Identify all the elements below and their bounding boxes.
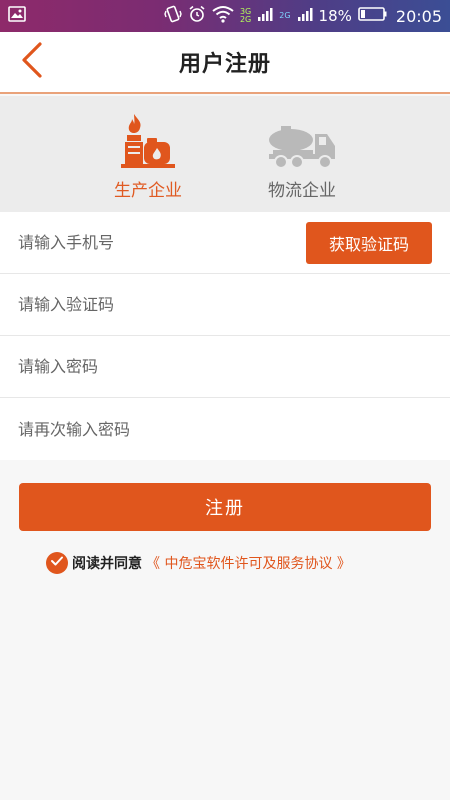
phone-input[interactable] <box>18 233 306 252</box>
verification-code-input[interactable] <box>18 295 432 314</box>
battery-icon <box>358 6 388 26</box>
agree-checkbox[interactable] <box>46 552 68 574</box>
agreement: 阅读并同意 《 中危宝软件许可及服务协议 》 <box>46 551 351 575</box>
type-label-production: 生产企业 <box>114 181 182 201</box>
registration-form: 获取验证码 <box>0 212 450 460</box>
status-right: 3G 2G 2G 18% 20:05 <box>164 5 442 27</box>
tanker-truck-icon <box>267 110 337 170</box>
network-type-secondary-label: 2G <box>279 11 291 20</box>
confirm-password-row <box>0 398 450 460</box>
status-bar: 3G 2G 2G 18% 20:05 <box>0 0 450 32</box>
type-option-logistics[interactable]: 物流企业 <box>257 110 347 212</box>
phone-row: 获取验证码 <box>0 212 450 274</box>
app-header: 用户注册 <box>0 32 450 94</box>
network-type-bottom: 2G <box>239 15 252 24</box>
type-option-production[interactable]: 生产企业 <box>103 110 193 212</box>
status-left <box>8 6 26 26</box>
back-arrow-icon <box>20 42 44 82</box>
company-type-selector: 生产企业 物流企业 <box>0 96 450 212</box>
type-label-logistics: 物流企业 <box>268 181 336 201</box>
code-row <box>0 274 450 336</box>
alarm-icon <box>188 5 206 27</box>
signal-icon <box>257 6 273 26</box>
image-notification-icon <box>8 6 26 26</box>
agree-text: 阅读并同意 <box>72 556 142 572</box>
network-type-secondary: 2G <box>279 12 290 20</box>
check-icon <box>50 554 64 572</box>
password-row <box>0 336 450 398</box>
back-button[interactable] <box>12 42 52 82</box>
confirm-password-input[interactable] <box>18 419 432 439</box>
get-code-button[interactable]: 获取验证码 <box>306 221 432 264</box>
battery-percent: 18% <box>318 7 352 25</box>
network-type: 3G 2G <box>240 8 251 24</box>
password-input[interactable] <box>18 357 432 376</box>
register-button[interactable]: 注册 <box>19 483 431 531</box>
agreement-link[interactable]: 《 中危宝软件许可及服务协议 》 <box>146 553 351 573</box>
clock-time: 20:05 <box>395 6 442 26</box>
vibrate-icon <box>164 5 182 27</box>
chemical-plant-icon <box>113 110 183 170</box>
wifi-icon <box>212 5 234 27</box>
signal-icon-secondary <box>297 6 313 26</box>
page-title: 用户注册 <box>178 52 271 77</box>
